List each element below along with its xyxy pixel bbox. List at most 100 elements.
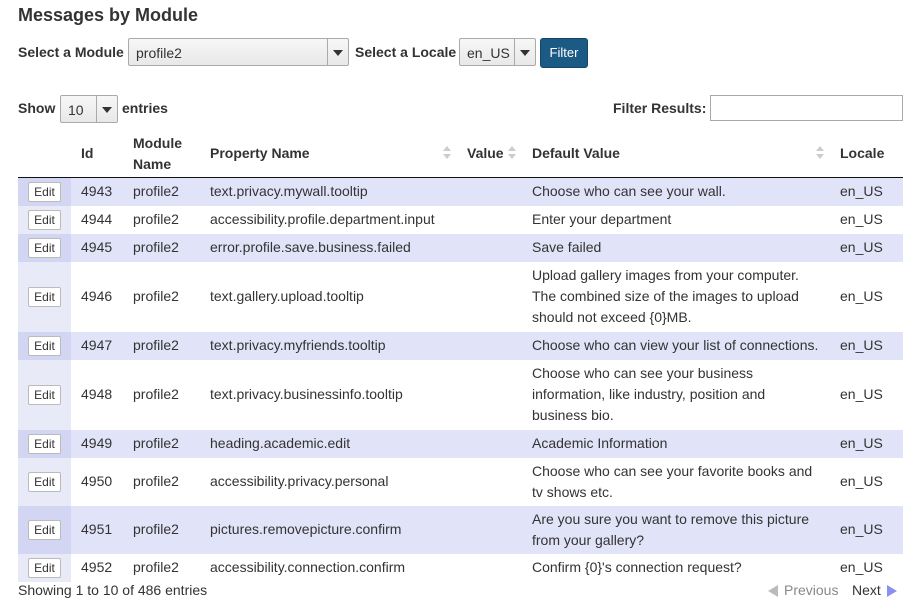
header-module-label: Module bbox=[133, 134, 182, 151]
cell-value bbox=[457, 233, 522, 262]
edit-button[interactable]: Edit bbox=[28, 238, 61, 258]
edit-button[interactable]: Edit bbox=[28, 434, 61, 454]
cell-value bbox=[457, 457, 522, 506]
table-row: Edit 4949 profile2 heading.academic.edit Aca… bbox=[18, 429, 903, 458]
cell-locale: en_US bbox=[830, 457, 903, 506]
module-select-label: Select a Module bbox=[18, 44, 124, 60]
chevron-down-icon bbox=[96, 96, 117, 122]
cell-module: profile2 bbox=[123, 359, 200, 430]
edit-button[interactable]: Edit bbox=[28, 210, 61, 230]
edit-button[interactable]: Edit bbox=[28, 182, 61, 203]
show-label: Show bbox=[18, 100, 56, 116]
table-row: Edit 4950 profile2 accessibility.privacy.pe… bbox=[18, 457, 903, 506]
cell-id: 4949 bbox=[71, 429, 123, 458]
edit-button[interactable]: Edit bbox=[28, 385, 61, 405]
cell-id: 4952 bbox=[71, 553, 123, 582]
cell-locale: en_US bbox=[830, 261, 903, 332]
cell-module: profile2 bbox=[123, 233, 200, 262]
cell-value bbox=[457, 553, 522, 582]
table-row: Edit 4944 profile2 accessibility.profile.de… bbox=[18, 205, 903, 234]
messages-table: Id Module Name Property Name Value Defaul… bbox=[18, 130, 903, 582]
cell-value bbox=[457, 331, 522, 360]
header-module-name[interactable]: Module Name bbox=[123, 130, 200, 178]
edit-cell: Edit bbox=[18, 429, 71, 458]
sort-icon bbox=[443, 146, 451, 160]
cell-value bbox=[457, 429, 522, 458]
table-row: Edit 4951 profile2 pictures.removepicture.c… bbox=[18, 505, 903, 554]
cell-module: profile2 bbox=[123, 505, 200, 554]
entries-label: entries bbox=[122, 100, 168, 116]
cell-id: 4951 bbox=[71, 505, 123, 554]
cell-module: profile2 bbox=[123, 261, 200, 332]
cell-property: accessibility.privacy.personal bbox=[200, 457, 457, 506]
cell-id: 4948 bbox=[71, 359, 123, 430]
edit-button[interactable]: Edit bbox=[28, 520, 61, 540]
cell-locale: en_US bbox=[830, 233, 903, 262]
cell-locale: en_US bbox=[830, 205, 903, 234]
edit-cell: Edit bbox=[18, 233, 71, 262]
cell-property: pictures.removepicture.confirm bbox=[200, 505, 457, 554]
header-default-value[interactable]: Default Value bbox=[522, 130, 830, 178]
cell-locale: en_US bbox=[830, 177, 903, 206]
cell-locale: en_US bbox=[830, 331, 903, 360]
table-row: Edit 4943 profile2 text.privacy.mywall.tool… bbox=[18, 177, 903, 206]
edit-button[interactable]: Edit bbox=[28, 472, 61, 492]
entries-length-select[interactable]: 10 bbox=[60, 95, 118, 123]
edit-cell: Edit bbox=[18, 177, 71, 206]
previous-page-button[interactable]: Previous bbox=[768, 582, 838, 598]
header-property-name[interactable]: Property Name bbox=[200, 130, 457, 178]
cell-property: heading.academic.edit bbox=[200, 429, 457, 458]
filter-results-input[interactable] bbox=[710, 95, 903, 121]
header-value[interactable]: Value bbox=[457, 130, 522, 178]
table-row: Edit 4946 profile2 text.gallery.upload.tool… bbox=[18, 261, 903, 332]
table-info: Showing 1 to 10 of 486 entries bbox=[18, 582, 208, 598]
cell-property: text.gallery.upload.tooltip bbox=[200, 261, 457, 332]
cell-property: accessibility.profile.department.input bbox=[200, 205, 457, 234]
locale-select[interactable]: en_US bbox=[459, 38, 536, 66]
edit-cell: Edit bbox=[18, 205, 71, 234]
cell-value bbox=[457, 359, 522, 430]
edit-button[interactable]: Edit bbox=[28, 336, 61, 356]
header-value-label: Value bbox=[467, 145, 504, 161]
cell-locale: en_US bbox=[830, 553, 903, 582]
page-title: Messages by Module bbox=[18, 5, 199, 25]
cell-default: Choose who can see your favorite books a… bbox=[522, 457, 830, 506]
header-edit bbox=[18, 130, 71, 178]
module-select[interactable]: profile2 bbox=[128, 38, 349, 66]
cell-value bbox=[457, 205, 522, 234]
edit-button[interactable]: Edit bbox=[28, 558, 61, 578]
previous-label: Previous bbox=[784, 582, 839, 598]
table-header-row: Id Module Name Property Name Value Defaul… bbox=[18, 130, 903, 178]
chevron-down-icon bbox=[514, 39, 535, 65]
edit-button[interactable]: Edit bbox=[28, 287, 61, 307]
module-select-value: profile2 bbox=[136, 45, 182, 61]
edit-cell: Edit bbox=[18, 457, 71, 506]
cell-locale: en_US bbox=[830, 505, 903, 554]
header-locale[interactable]: Locale bbox=[830, 130, 903, 178]
cell-id: 4950 bbox=[71, 457, 123, 506]
cell-module: profile2 bbox=[123, 331, 200, 360]
header-default-label: Default Value bbox=[532, 145, 620, 161]
table-row: Edit 4948 profile2 text.privacy.businessinf… bbox=[18, 359, 903, 430]
edit-cell: Edit bbox=[18, 359, 71, 430]
cell-default: Enter your department bbox=[522, 205, 830, 234]
filter-button[interactable]: Filter bbox=[540, 38, 588, 68]
filter-results-label: Filter Results: bbox=[613, 100, 707, 116]
cell-id: 4943 bbox=[71, 177, 123, 206]
cell-default: Upload gallery images from your computer… bbox=[522, 261, 830, 332]
next-page-button[interactable]: Next bbox=[852, 582, 897, 598]
table-row: Edit 4947 profile2 text.privacy.myfriends.t… bbox=[18, 331, 903, 360]
chevron-down-icon bbox=[327, 39, 348, 65]
cell-default: Choose who can view your list of connect… bbox=[522, 331, 830, 360]
cell-locale: en_US bbox=[830, 359, 903, 430]
cell-property: text.privacy.mywall.tooltip bbox=[200, 177, 457, 206]
header-id[interactable]: Id bbox=[71, 130, 123, 178]
cell-default: Save failed bbox=[522, 233, 830, 262]
cell-module: profile2 bbox=[123, 429, 200, 458]
cell-value bbox=[457, 261, 522, 332]
header-id-label: Id bbox=[81, 145, 94, 161]
cell-property: text.privacy.businessinfo.tooltip bbox=[200, 359, 457, 430]
header-locale-label: Locale bbox=[840, 145, 885, 161]
cell-default: Choose who can see your business informa… bbox=[522, 359, 830, 430]
cell-default: Academic Information bbox=[522, 429, 830, 458]
